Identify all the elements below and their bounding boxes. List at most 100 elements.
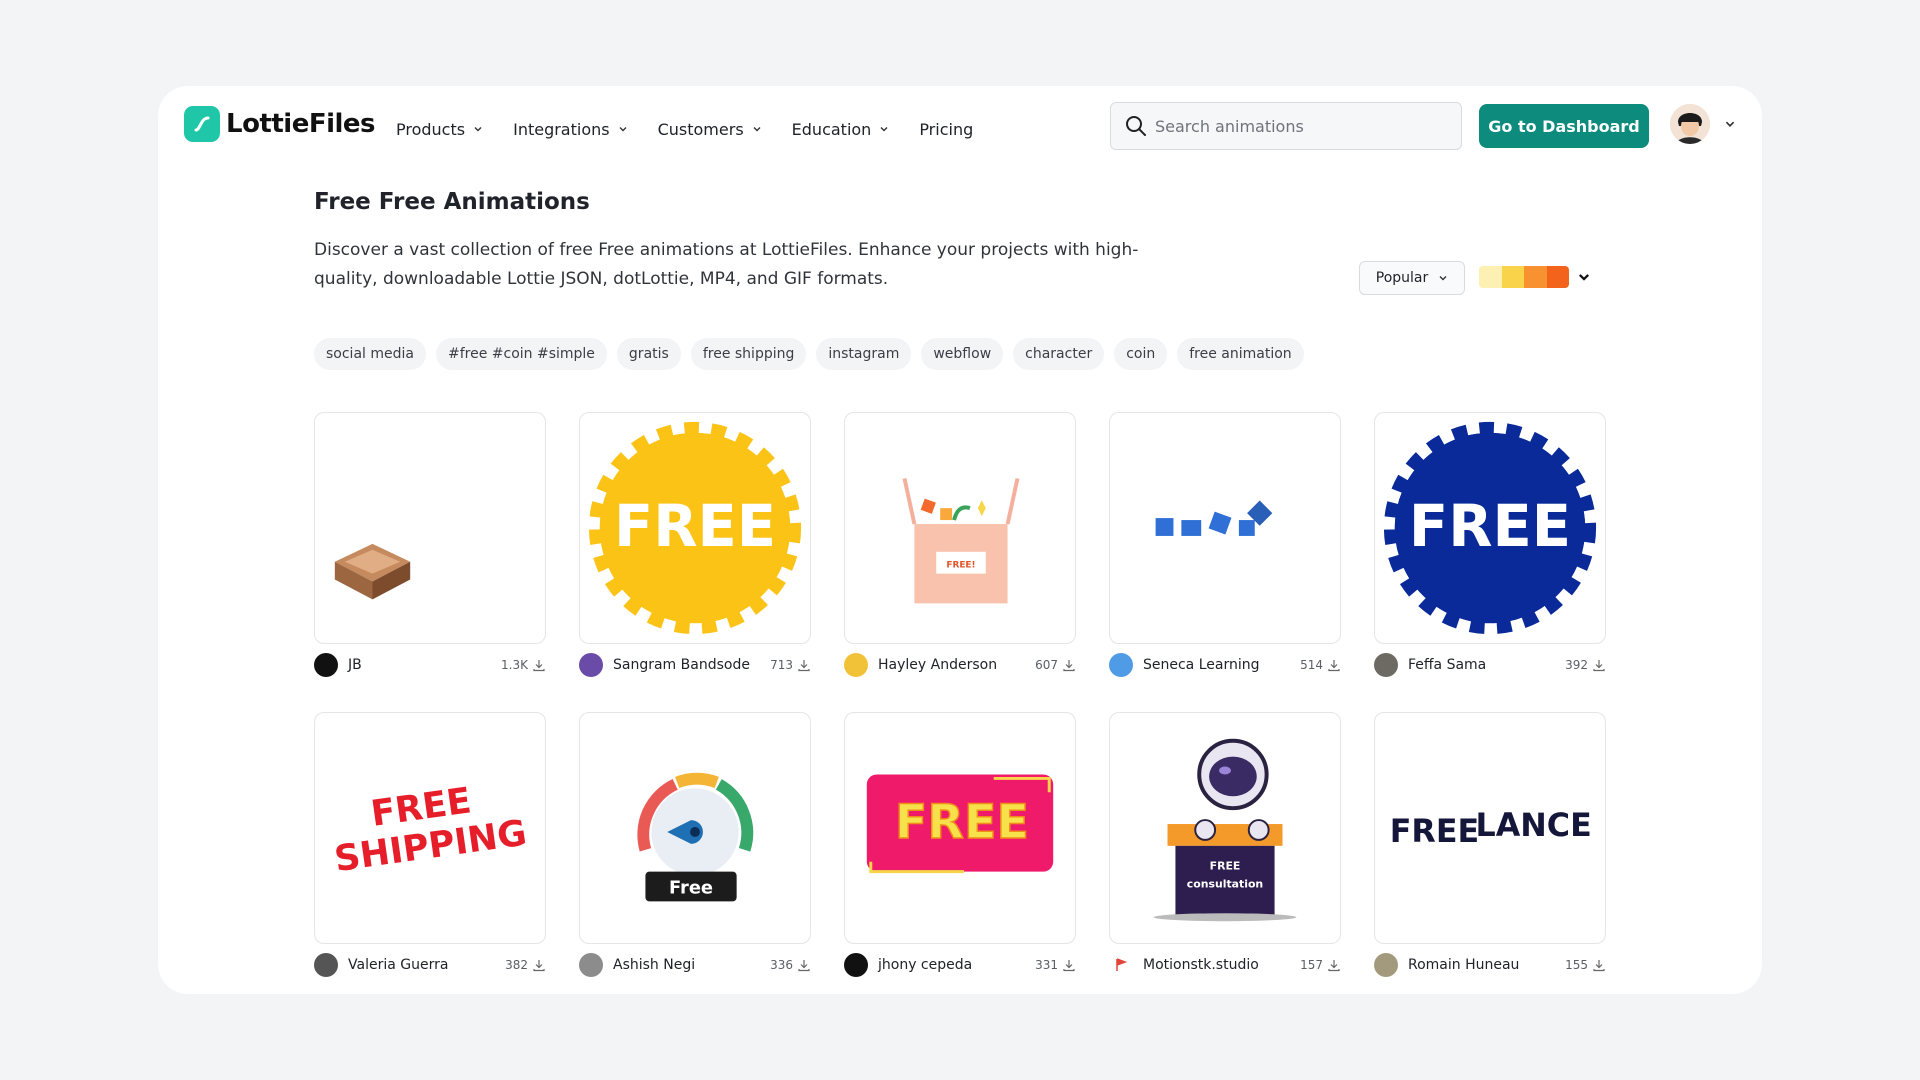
author-avatar[interactable] bbox=[579, 653, 603, 677]
download-icon[interactable] bbox=[1062, 658, 1076, 672]
author-name[interactable]: Motionstk.studio bbox=[1143, 957, 1300, 973]
animation-card[interactable]: FREE LANCE Romain Huneau 155 bbox=[1374, 712, 1606, 984]
tag-chip[interactable]: coin bbox=[1114, 338, 1168, 370]
author-avatar[interactable] bbox=[1374, 953, 1398, 977]
animation-thumbnail[interactable] bbox=[314, 412, 546, 644]
author-avatar[interactable] bbox=[314, 953, 338, 977]
animation-card[interactable]: FREE Sangram Bandsode 713 bbox=[579, 412, 811, 684]
tag-chip[interactable]: free shipping bbox=[690, 338, 807, 370]
card-meta: Hayley Anderson 607 bbox=[844, 646, 1076, 684]
nav-customers[interactable]: Customers bbox=[658, 116, 762, 142]
free-blue-badge: FREE bbox=[1383, 421, 1597, 635]
top-navigation: LottieFiles Products Integrations Custom… bbox=[158, 86, 1762, 174]
gauge-icon: Free bbox=[637, 772, 754, 902]
nav-pricing[interactable]: Pricing bbox=[919, 116, 973, 142]
gauge-label: Free bbox=[669, 877, 713, 898]
chevron-down-icon bbox=[753, 127, 761, 132]
palette-swatches bbox=[1479, 266, 1569, 288]
gift-box-icon: FREE! bbox=[902, 478, 1020, 604]
author-name[interactable]: Valeria Guerra bbox=[348, 957, 505, 973]
author-name[interactable]: Seneca Learning bbox=[1143, 657, 1300, 673]
nav-education[interactable]: Education bbox=[792, 116, 890, 142]
tag-chip[interactable]: free animation bbox=[1177, 338, 1304, 370]
nav-products-label: Products bbox=[396, 119, 466, 139]
tag-chip[interactable]: character bbox=[1013, 338, 1105, 370]
download-count: 155 bbox=[1565, 958, 1588, 972]
chevron-down-icon bbox=[474, 127, 482, 132]
page-title: Free Free Animations bbox=[314, 189, 590, 215]
download-count: 157 bbox=[1300, 958, 1323, 972]
sort-dropdown[interactable]: Popular bbox=[1359, 261, 1465, 295]
author-avatar[interactable] bbox=[1109, 953, 1133, 977]
animation-thumbnail[interactable]: FREE LANCE bbox=[1374, 712, 1606, 944]
animation-thumbnail[interactable]: FREE bbox=[1374, 412, 1606, 644]
author-name[interactable]: Sangram Bandsode bbox=[613, 657, 770, 673]
author-avatar[interactable] bbox=[314, 653, 338, 677]
chevron-down-icon bbox=[619, 127, 627, 132]
card-meta: Romain Huneau 155 bbox=[1374, 946, 1606, 984]
author-avatar[interactable] bbox=[844, 953, 868, 977]
download-icon[interactable] bbox=[1592, 958, 1606, 972]
author-name[interactable]: Romain Huneau bbox=[1408, 957, 1565, 973]
banner-text: FREE bbox=[895, 795, 1029, 850]
card-meta: JB 1.3K bbox=[314, 646, 546, 684]
animation-card[interactable]: Free Ashish Negi 336 bbox=[579, 712, 811, 984]
author-avatar[interactable] bbox=[1109, 653, 1133, 677]
download-icon[interactable] bbox=[1327, 658, 1341, 672]
animation-thumbnail[interactable] bbox=[1109, 412, 1341, 644]
animation-card[interactable]: FREE! Hayley Anderson 607 bbox=[844, 412, 1076, 684]
download-icon[interactable] bbox=[532, 658, 546, 672]
download-icon[interactable] bbox=[1592, 658, 1606, 672]
author-name[interactable]: JB bbox=[348, 657, 501, 673]
author-name[interactable]: Hayley Anderson bbox=[878, 657, 1035, 673]
tag-chip[interactable]: instagram bbox=[816, 338, 912, 370]
tag-chip[interactable]: gratis bbox=[616, 338, 681, 370]
animation-thumbnail[interactable]: FREE consultation bbox=[1109, 712, 1341, 944]
tag-chip[interactable]: #free #coin #simple bbox=[435, 338, 607, 370]
animation-card[interactable]: Seneca Learning 514 bbox=[1109, 412, 1341, 684]
download-icon[interactable] bbox=[797, 958, 811, 972]
nav-products[interactable]: Products bbox=[396, 116, 483, 142]
author-name[interactable]: Feffa Sama bbox=[1408, 657, 1565, 673]
animation-card[interactable]: FREE SHIPPING Valeria Guerra 382 bbox=[314, 712, 546, 984]
download-icon[interactable] bbox=[797, 658, 811, 672]
go-to-dashboard-button[interactable]: Go to Dashboard bbox=[1479, 104, 1649, 148]
animation-thumbnail[interactable]: FREE SHIPPING bbox=[314, 712, 546, 944]
author-avatar[interactable] bbox=[579, 953, 603, 977]
search-icon bbox=[1126, 116, 1146, 136]
swatch bbox=[1501, 266, 1524, 288]
tag-chip[interactable]: social media bbox=[314, 338, 426, 370]
nav-education-label: Education bbox=[791, 119, 872, 139]
author-avatar[interactable] bbox=[1374, 653, 1398, 677]
animation-thumbnail[interactable]: FREE bbox=[844, 712, 1076, 944]
download-icon[interactable] bbox=[532, 958, 546, 972]
download-count: 1.3K bbox=[501, 658, 528, 672]
author-avatar[interactable] bbox=[844, 653, 868, 677]
user-menu[interactable] bbox=[1670, 104, 1736, 144]
animation-thumbnail[interactable]: FREE! bbox=[844, 412, 1076, 644]
animation-thumbnail[interactable]: Free bbox=[579, 712, 811, 944]
author-name[interactable]: jhony cepeda bbox=[878, 957, 1035, 973]
search-box[interactable] bbox=[1110, 102, 1462, 150]
avatar[interactable] bbox=[1670, 104, 1710, 144]
freelance-text: FREE LANCE bbox=[1390, 808, 1592, 850]
card-meta: Sangram Bandsode 713 bbox=[579, 646, 811, 684]
download-count: 331 bbox=[1035, 958, 1058, 972]
author-name[interactable]: Ashish Negi bbox=[613, 957, 770, 973]
nav-integrations-label: Integrations bbox=[513, 119, 610, 139]
animation-card[interactable]: JB 1.3K bbox=[314, 412, 546, 684]
color-palette-filter[interactable] bbox=[1479, 266, 1591, 288]
search-input[interactable] bbox=[1155, 116, 1435, 136]
animation-card[interactable]: FREE consultation Motionstk.studio 157 bbox=[1109, 712, 1341, 984]
animation-card[interactable]: FREE jhony cepeda 331 bbox=[844, 712, 1076, 984]
free-yellow-badge: FREE bbox=[588, 421, 802, 635]
nav-integrations[interactable]: Integrations bbox=[513, 116, 628, 142]
download-icon[interactable] bbox=[1062, 958, 1076, 972]
animation-card[interactable]: FREE Feffa Sama 392 bbox=[1374, 412, 1606, 684]
download-count: 607 bbox=[1035, 658, 1058, 672]
lottiefiles-logo[interactable]: LottieFiles bbox=[184, 106, 376, 142]
tag-chip[interactable]: webflow bbox=[921, 338, 1004, 370]
animation-thumbnail[interactable]: FREE bbox=[579, 412, 811, 644]
logo-mark-icon bbox=[184, 106, 220, 142]
download-icon[interactable] bbox=[1327, 958, 1341, 972]
